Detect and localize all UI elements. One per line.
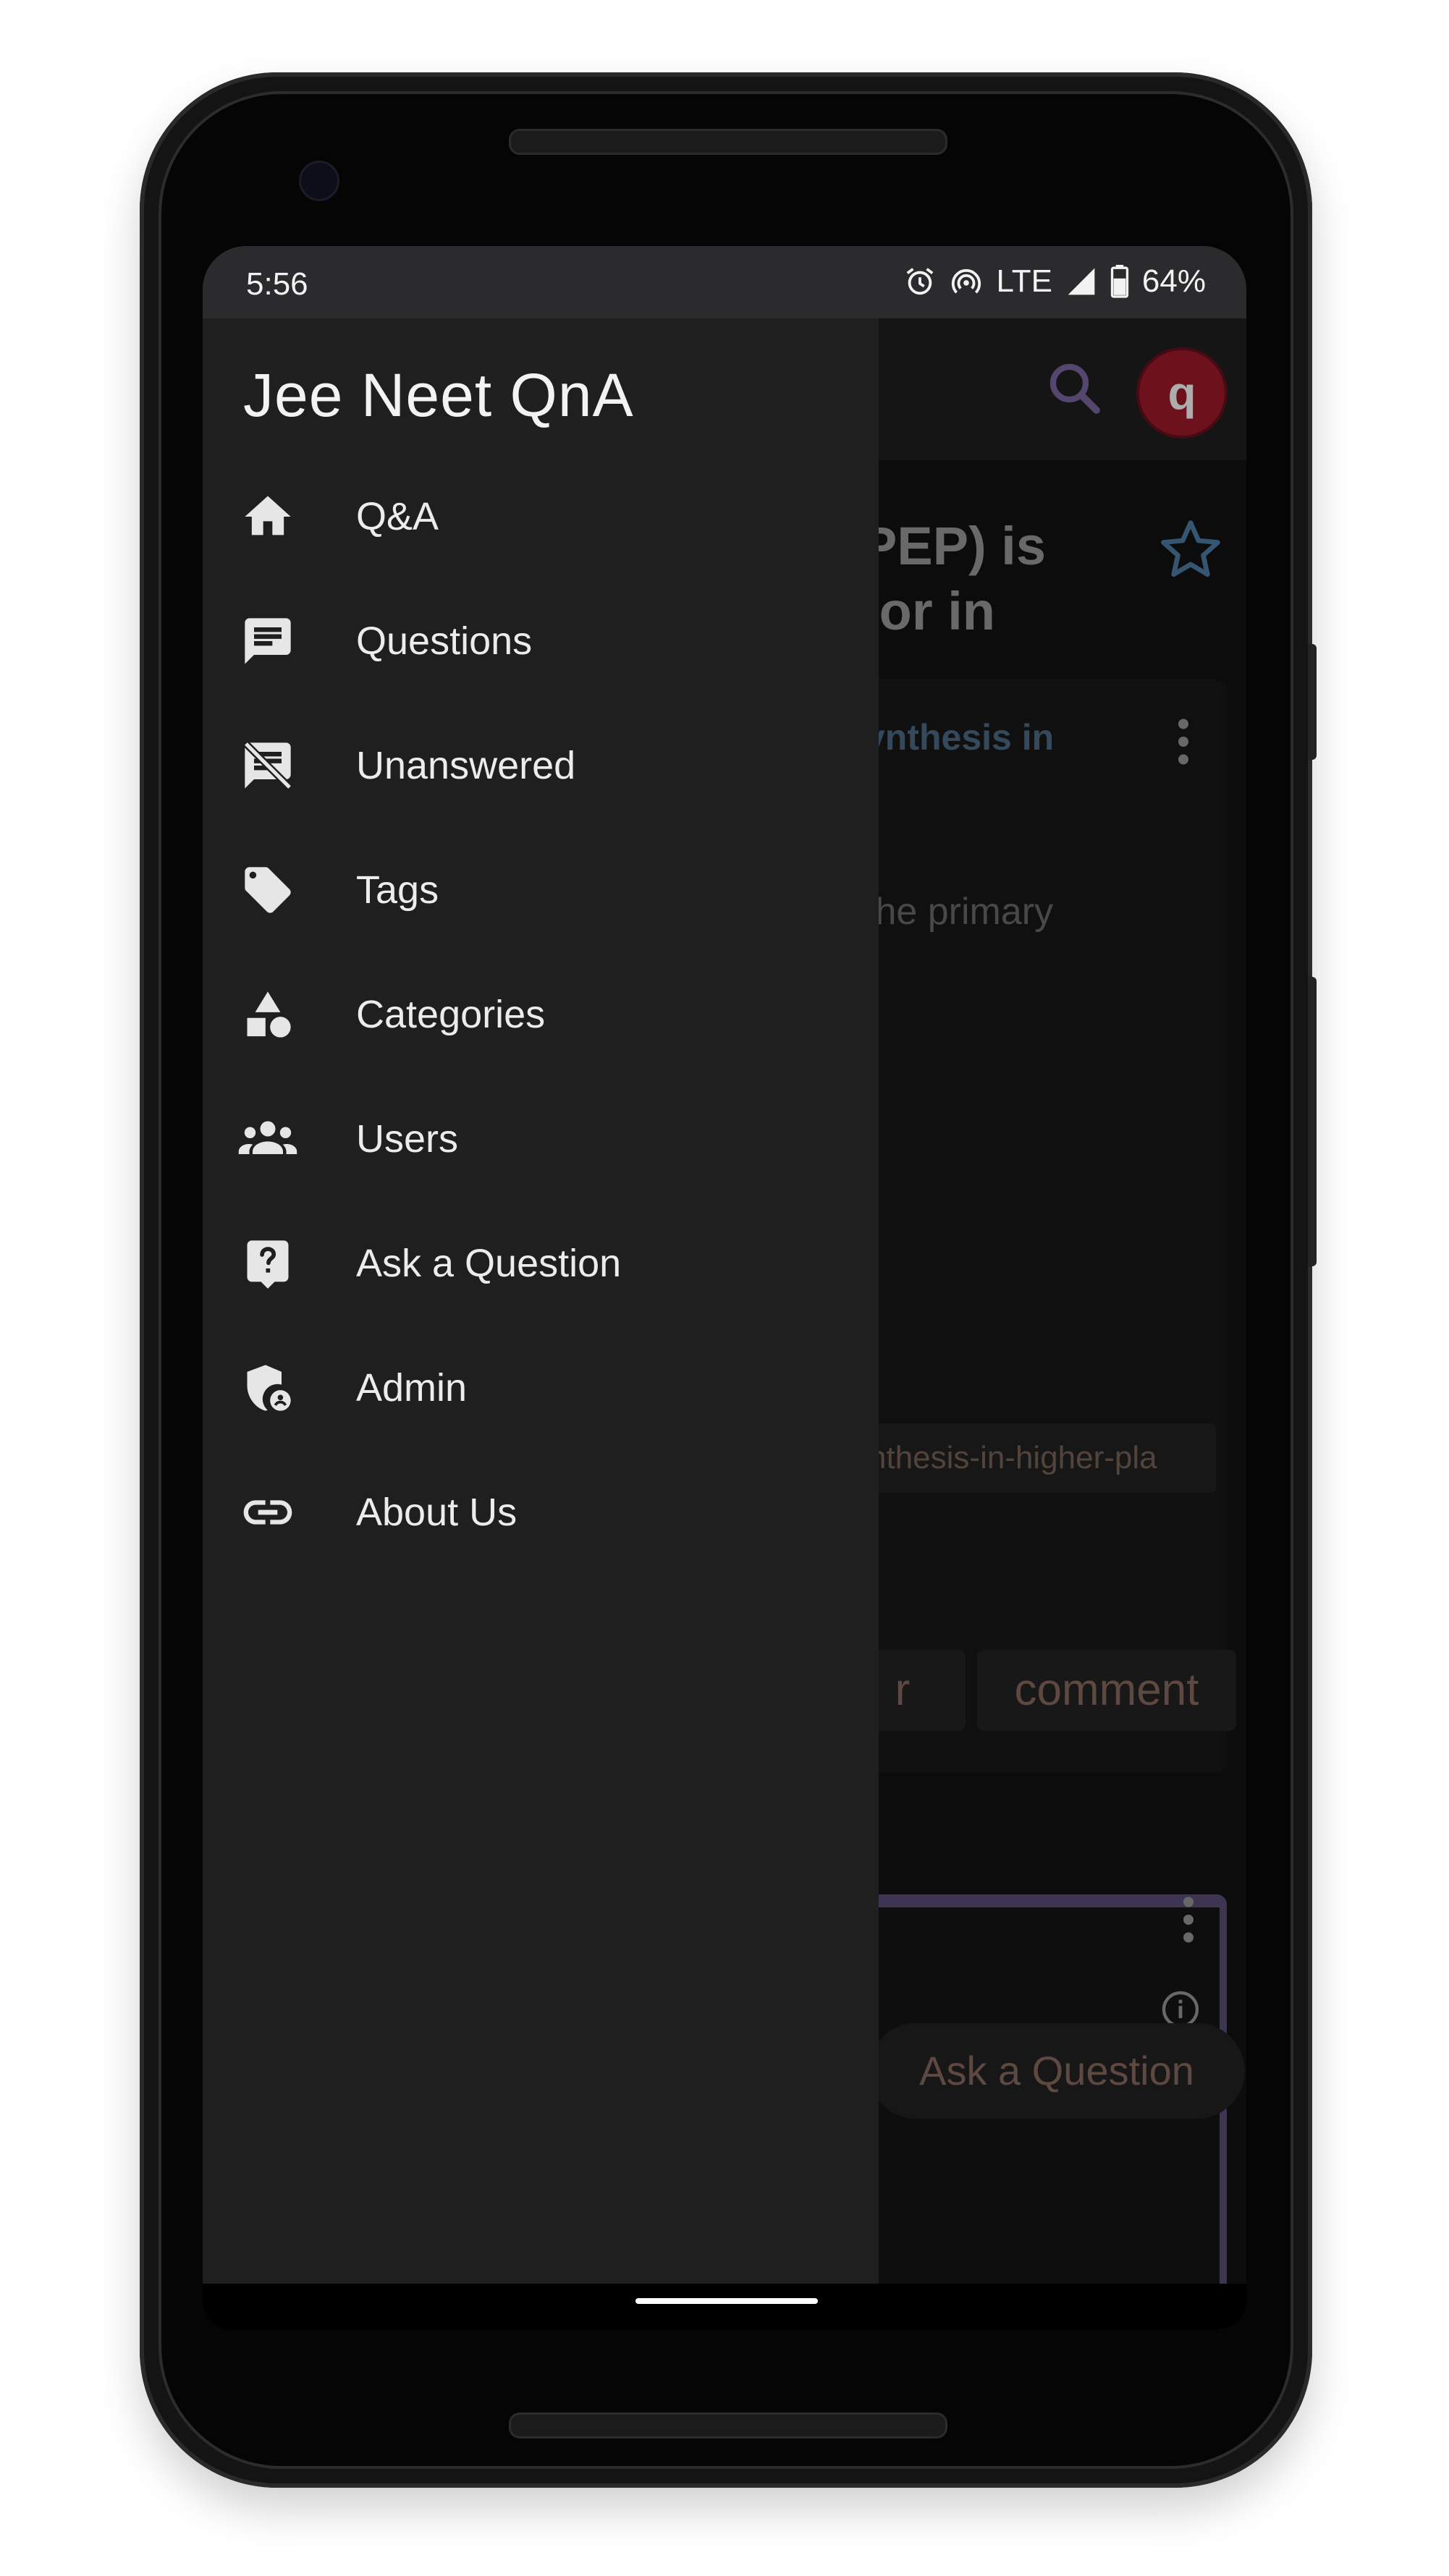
status-bar: 5:56 LTE 64% [203,246,1246,318]
drawer-item-label: Questions [356,619,533,663]
drawer-item-label: Admin [356,1366,468,1410]
status-time: 5:56 [246,266,308,302]
status-icons: LTE 64% [903,263,1206,300]
navigation-drawer: Jee Neet QnA Q&A Questions Unanswered Ta… [203,318,879,2284]
link-icon [237,1482,298,1543]
drawer-item-ask-question[interactable]: Ask a Question [203,1201,879,1326]
drawer-item-label: Categories [356,993,546,1036]
top-speaker [509,129,947,155]
drawer-item-tags[interactable]: Tags [203,828,879,952]
battery-level: 64% [1141,263,1206,299]
home-gesture-handle[interactable] [635,2298,818,2304]
drawer-item-admin[interactable]: Admin [203,1326,879,1450]
network-type: LTE [996,263,1052,299]
drawer-item-label: About Us [356,1491,518,1534]
volume-button [1308,977,1317,1266]
system-nav-bar [203,2284,1246,2330]
battery-icon [1110,265,1129,298]
bottom-speaker [509,2412,947,2439]
admin-shield-icon [237,1357,298,1418]
drawer-item-label: Tags [356,868,439,912]
power-button [1308,644,1317,760]
drawer-item-label: Ask a Question [356,1242,622,1285]
shapes-icon [237,984,298,1045]
drawer-item-unanswered[interactable]: Unanswered [203,703,879,828]
home-icon [237,486,298,547]
drawer-title: Jee Neet QnA [243,361,634,429]
drawer-item-qa[interactable]: Q&A [203,454,879,579]
drawer-item-label: Q&A [356,495,439,538]
people-icon [237,1109,298,1169]
chat-off-icon [237,735,298,796]
chat-icon [237,611,298,671]
drawer-item-questions[interactable]: Questions [203,579,879,703]
signal-icon [1065,266,1097,297]
drawer-item-label: Unanswered [356,744,576,787]
hotspot-icon [950,265,983,298]
drawer-menu: Q&A Questions Unanswered Tags Categories… [203,454,879,1575]
help-icon [237,1233,298,1294]
drawer-item-users[interactable]: Users [203,1077,879,1201]
tag-icon [237,860,298,920]
drawer-item-label: Users [356,1117,459,1161]
front-camera [299,161,339,201]
screen: 5:56 LTE 64% q PEP) is tor in ynthesis i… [203,246,1246,2330]
alarm-icon [903,265,937,298]
drawer-item-about-us[interactable]: About Us [203,1450,879,1575]
drawer-item-categories[interactable]: Categories [203,952,879,1077]
